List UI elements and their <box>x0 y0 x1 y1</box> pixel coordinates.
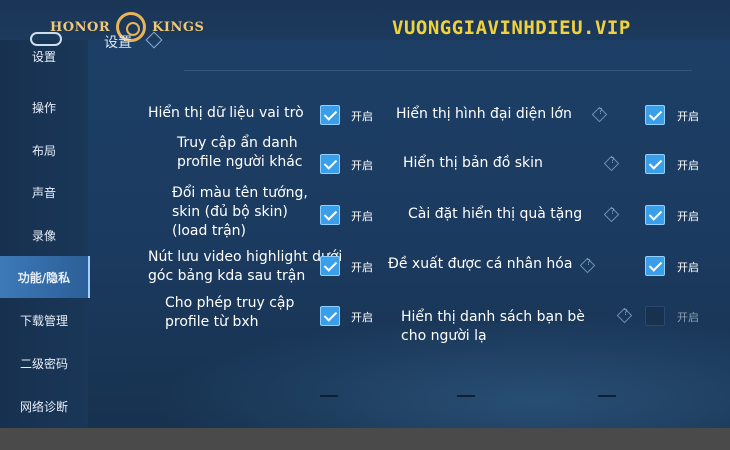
checkbox-label: 开启 <box>351 110 373 123</box>
checkbox-label: 开启 <box>677 110 699 123</box>
sidebar-item-network-diagnosis[interactable]: 网络诊断 <box>0 385 88 427</box>
sidebar-item-controls[interactable]: 操作 <box>0 86 88 128</box>
sidebar-item-recording[interactable]: 录像 <box>0 214 88 256</box>
checkbox-label: 开启 <box>677 261 699 274</box>
section-marker <box>598 395 616 397</box>
setting-checkbox[interactable] <box>645 306 665 326</box>
setting-checkbox[interactable] <box>645 205 665 225</box>
setting-checkbox[interactable] <box>320 205 340 225</box>
setting-label: Hiển thị bản đồ skin <box>403 155 543 171</box>
page-title: 设置 <box>104 35 132 51</box>
checkbox-label: 开启 <box>677 210 699 223</box>
sidebar-item-secondary-password[interactable]: 二级密码 <box>0 342 88 384</box>
section-marker <box>320 395 338 397</box>
checkbox-label: 开启 <box>677 159 699 172</box>
sidebar-item-features-privacy[interactable]: 功能/隐私 <box>0 256 90 298</box>
sidebar-item-sound[interactable]: 声音 <box>0 171 88 213</box>
sidebar-item-settings[interactable]: 设置 <box>0 44 88 68</box>
setting-label: Đề xuất được cá nhân hóa <box>388 256 573 272</box>
setting-label: Hiển thị danh sách bạn bè cho người lạ <box>401 309 585 344</box>
setting-checkbox[interactable] <box>320 154 340 174</box>
checkbox-label: 开启 <box>677 311 699 324</box>
setting-label: Cài đặt hiển thị quà tặng <box>408 206 583 222</box>
setting-label: Đổi màu tên tướng, skin (đủ bộ skin) (lo… <box>172 185 308 239</box>
brand-text-right: KINGS <box>152 19 205 35</box>
sidebar-item-layout[interactable]: 布局 <box>0 129 88 171</box>
setting-checkbox[interactable] <box>645 105 665 125</box>
checkbox-label: 开启 <box>351 210 373 223</box>
setting-label: Truy cập ẩn danh profile người khác <box>177 135 303 170</box>
watermark: VUONGGIAVINHDIEU.VIP <box>392 17 631 39</box>
brand-text-left: HONOR <box>50 19 111 35</box>
setting-checkbox[interactable] <box>320 306 340 326</box>
checkbox-label: 开启 <box>351 311 373 324</box>
setting-checkbox[interactable] <box>645 256 665 276</box>
sidebar-item-download-manager[interactable]: 下载管理 <box>0 299 88 341</box>
divider <box>184 70 692 71</box>
section-marker <box>457 395 475 397</box>
checkbox-label: 开启 <box>351 261 373 274</box>
setting-label: Hiển thị dữ liệu vai trò <box>148 105 304 121</box>
checkbox-label: 开启 <box>351 159 373 172</box>
setting-checkbox[interactable] <box>645 154 665 174</box>
setting-label: Cho phép truy cập profile từ bxh <box>165 295 295 330</box>
setting-checkbox[interactable] <box>320 256 340 276</box>
setting-label: Hiển thị hình đại diện lớn <box>396 106 572 122</box>
setting-checkbox[interactable] <box>320 105 340 125</box>
bottom-bar <box>0 428 730 450</box>
